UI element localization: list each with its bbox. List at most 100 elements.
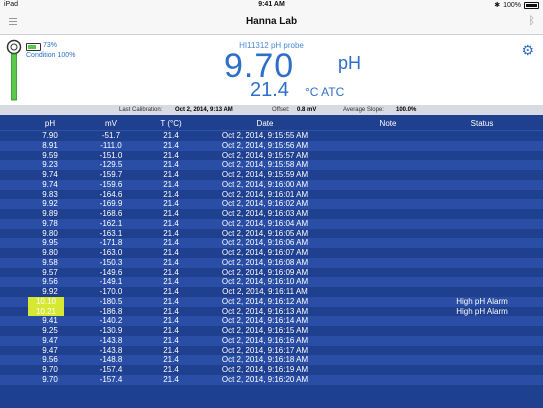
cell-mv: -157.4 [99,374,123,384]
cell-status: High pH Alarm [456,296,508,306]
table-row[interactable]: 9.56 -148.8 21.4 Oct 2, 2014, 9:16:18 AM [0,355,543,365]
col-header-note[interactable]: Note [330,119,446,128]
table-row[interactable]: 9.25 -130.9 21.4 Oct 2, 2014, 9:16:15 AM [0,326,543,336]
cell-temp: 21.4 [163,374,179,384]
col-header-ph[interactable]: pH [20,119,80,128]
cell-date: Oct 2, 2014, 9:16:10 AM [221,277,309,287]
table-row[interactable]: 9.78 -162.1 21.4 Oct 2, 2014, 9:16:04 AM [0,218,543,229]
table-row[interactable]: 9.59 -151.0 21.4 Oct 2, 2014, 9:15:57 AM [0,151,543,161]
table-row[interactable]: 9.70 -157.4 21.4 Oct 2, 2014, 9:16:20 AM [0,374,543,385]
bluetooth-status-icon: ✱ [494,2,501,9]
table-row[interactable]: 9.57 -149.6 21.4 Oct 2, 2014, 9:16:09 AM [0,268,543,278]
cell-mv: -159.7 [99,170,123,179]
cell-temp: 21.4 [163,296,179,306]
table-row[interactable]: 10.10 -180.5 21.4 Oct 2, 2014, 9:16:12 AM Hi… [0,296,543,307]
cell-ph: 10.10 [28,296,64,307]
table-row[interactable]: 9.41 -140.2 21.4 Oct 2, 2014, 9:16:14 AM [0,316,543,326]
cell-mv: -157.4 [99,365,123,374]
table-row[interactable]: 7.90 -51.7 21.4 Oct 2, 2014, 9:15:55 AM [0,131,543,141]
cell-temp: 21.4 [163,209,179,218]
cell-date: Oct 2, 2014, 9:16:17 AM [221,345,309,355]
cell-date: Oct 2, 2014, 9:16:18 AM [221,355,309,365]
cell-mv: -162.1 [99,218,123,228]
alarm-highlight: 10.10 [28,296,64,307]
cell-ph: 9.92 [42,287,58,296]
table-row[interactable]: 9.23 -129.5 21.4 Oct 2, 2014, 9:15:58 AM [0,160,543,170]
cell-temp: 21.4 [163,345,179,355]
probe-panel: 73% Condition 100% HI11312 pH probe 9.70… [0,35,543,105]
cell-ph: 9.70 [42,365,58,374]
table-row[interactable]: 9.74 -159.7 21.4 Oct 2, 2014, 9:15:59 AM [0,170,543,180]
status-bar: iPad 9:41 AM ✱ 100% [0,0,543,10]
col-header-temp[interactable]: T (°C) [142,119,200,128]
cell-ph: 9.70 [42,374,58,384]
alarm-highlight: 10.21 [28,306,64,317]
table-row[interactable]: 9.80 -163.0 21.4 Oct 2, 2014, 9:16:07 AM [0,248,543,258]
table-row[interactable]: 9.92 -169.9 21.4 Oct 2, 2014, 9:16:02 AM [0,199,543,209]
cell-mv: -163.0 [99,248,123,257]
table-row[interactable]: 9.58 -150.3 21.4 Oct 2, 2014, 9:16:08 AM [0,257,543,268]
cell-ph: 9.57 [42,267,58,277]
bluetooth-icon[interactable]: ᛒ [528,15,535,27]
cell-ph: 9.78 [42,218,58,228]
col-header-status[interactable]: Status [446,119,518,128]
table-row[interactable]: 9.80 -163.1 21.4 Oct 2, 2014, 9:16:05 AM [0,229,543,239]
cell-date: Oct 2, 2014, 9:15:59 AM [221,170,309,179]
cell-ph: 10.21 [28,306,64,317]
cell-ph: 9.59 [42,150,58,160]
table-row[interactable]: 9.83 -164.6 21.4 Oct 2, 2014, 9:16:01 AM [0,190,543,200]
battery-icon [524,1,539,9]
cell-mv: -143.8 [99,345,123,355]
cell-temp: 21.4 [163,228,179,238]
slope-label: Average Slope: [343,107,384,113]
last-calibration-label: Last Calibration: [119,107,163,113]
cell-date: Oct 2, 2014, 9:16:02 AM [221,199,309,209]
app-title: Hanna Lab [245,16,298,27]
table-row[interactable]: 9.89 -168.6 21.4 Oct 2, 2014, 9:16:03 AM [0,209,543,219]
cell-temp: 21.4 [163,316,179,326]
table-row[interactable]: 9.92 -170.0 21.4 Oct 2, 2014, 9:16:11 AM [0,287,543,297]
table-row[interactable]: 9.47 -143.8 21.4 Oct 2, 2014, 9:16:17 AM [0,346,543,356]
probe-condition: Condition 100% [26,52,76,59]
cell-date: Oct 2, 2014, 9:15:55 AM [221,131,309,140]
cell-date: Oct 2, 2014, 9:15:57 AM [221,150,309,160]
cell-date: Oct 2, 2014, 9:16:19 AM [221,365,309,374]
ph-reading: 9.70 [224,47,295,85]
log-table: 7.90 -51.7 21.4 Oct 2, 2014, 9:15:55 AM 8.91… [0,131,543,385]
cell-mv: -149.6 [99,267,123,277]
cell-date: Oct 2, 2014, 9:16:04 AM [221,218,309,228]
table-row[interactable]: 9.70 -157.4 21.4 Oct 2, 2014, 9:16:19 AM [0,365,543,375]
cell-ph: 9.80 [42,248,58,257]
table-row[interactable]: 9.56 -149.1 21.4 Oct 2, 2014, 9:16:10 AM [0,277,543,287]
col-header-date[interactable]: Date [200,119,330,128]
offset-value: 0.8 mV [297,107,317,113]
cell-ph: 9.47 [42,335,58,345]
table-row[interactable]: 9.95 -171.8 21.4 Oct 2, 2014, 9:16:06 AM [0,238,543,248]
table-row[interactable]: 9.47 -143.8 21.4 Oct 2, 2014, 9:16:16 AM [0,335,543,346]
cell-mv: -168.6 [99,209,123,218]
cell-temp: 21.4 [163,189,179,199]
cell-temp: 21.4 [163,248,179,257]
cell-date: Oct 2, 2014, 9:16:20 AM [221,374,309,384]
table-row[interactable]: 8.91 -111.0 21.4 Oct 2, 2014, 9:15:56 AM [0,140,543,151]
cell-mv: -129.5 [99,160,123,170]
cell-date: Oct 2, 2014, 9:16:08 AM [221,257,309,267]
cell-ph: 9.56 [42,355,58,365]
table-row[interactable]: 10.21 -186.8 21.4 Oct 2, 2014, 9:16:13 AM Hi… [0,306,543,317]
battery-percent: 100% [503,1,521,9]
table-header: pH mV T (°C) Date Note Status [0,116,543,131]
cell-mv: -169.9 [99,199,123,209]
cell-mv: -130.9 [99,326,123,335]
cell-mv: -111.0 [100,140,122,150]
ph-unit: pH [338,53,362,73]
table-row[interactable]: 9.74 -159.6 21.4 Oct 2, 2014, 9:16:00 AM [0,179,543,190]
cell-ph: 9.89 [42,209,58,218]
cell-date: Oct 2, 2014, 9:16:06 AM [221,238,309,248]
cell-status: High pH Alarm [456,306,508,316]
col-header-mv[interactable]: mV [80,119,142,128]
gear-icon[interactable]: ⚙ [521,43,534,57]
nav-bar: Hanna Lab ᛒ [0,10,543,35]
cell-mv: -140.2 [99,316,123,326]
cell-temp: 21.4 [163,170,179,179]
cell-temp: 21.4 [163,365,179,374]
